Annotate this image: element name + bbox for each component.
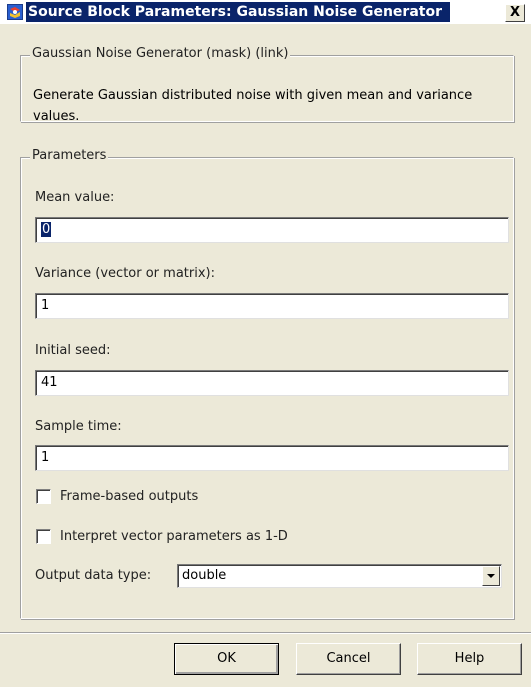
title-bar[interactable]: Source Block Parameters: Gaussian Noise … — [0, 0, 531, 24]
output-data-type-select[interactable]: double — [177, 564, 502, 588]
initial-seed-input[interactable]: 41 — [35, 370, 509, 396]
sample-time-label: Sample time: — [35, 419, 122, 434]
simulink-block-icon — [7, 4, 23, 20]
initial-seed-label: Initial seed: — [35, 343, 111, 358]
interpret-1d-label[interactable]: Interpret vector parameters as 1-D — [60, 529, 288, 544]
mean-value-text: 0 — [41, 222, 52, 237]
sample-time-input[interactable]: 1 — [35, 445, 509, 471]
mean-value-label: Mean value: — [35, 190, 115, 205]
frame-based-outputs-checkbox[interactable] — [36, 489, 51, 504]
mean-value-input[interactable]: 0 — [35, 217, 509, 243]
parameters-group-legend: Parameters — [30, 148, 109, 163]
block-description: Generate Gaussian distributed noise with… — [33, 88, 473, 124]
cancel-button[interactable]: Cancel — [296, 643, 401, 675]
interpret-1d-checkbox[interactable] — [36, 529, 51, 544]
window-title: Source Block Parameters: Gaussian Noise … — [26, 2, 450, 22]
dialog-window: Source Block Parameters: Gaussian Noise … — [0, 0, 531, 687]
close-button[interactable]: X — [505, 4, 525, 22]
button-separator — [0, 632, 531, 634]
variance-input[interactable]: 1 — [35, 293, 509, 319]
description-group-legend: Gaussian Noise Generator (mask) (link) — [30, 46, 291, 61]
help-button[interactable]: Help — [417, 643, 522, 675]
variance-label: Variance (vector or matrix): — [35, 266, 215, 281]
frame-based-outputs-label[interactable]: Frame-based outputs — [60, 489, 198, 504]
output-data-type-label: Output data type: — [35, 568, 152, 583]
output-data-type-value: double — [182, 568, 227, 583]
chevron-down-icon[interactable] — [482, 566, 500, 586]
ok-button[interactable]: OK — [174, 643, 279, 675]
